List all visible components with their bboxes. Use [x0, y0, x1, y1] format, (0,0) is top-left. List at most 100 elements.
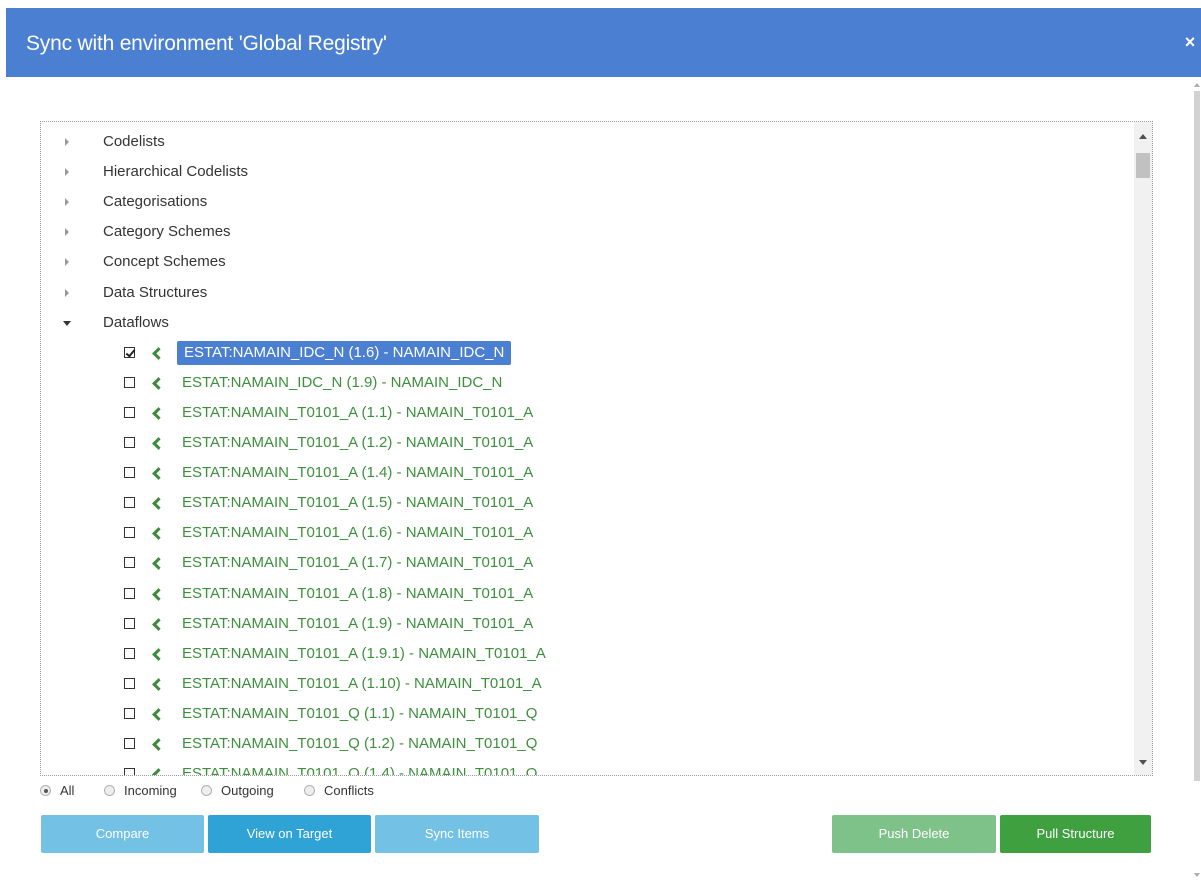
dataflow-item[interactable]: ESTAT:NAMAIN_IDC_N (1.9) - NAMAIN_IDC_N — [41, 368, 1131, 398]
dataflow-item[interactable]: ESTAT:NAMAIN_T0101_A (1.7) - NAMAIN_T010… — [41, 548, 1131, 578]
item-checkbox[interactable] — [124, 617, 135, 629]
filter-option-label: All — [60, 783, 75, 798]
close-icon[interactable]: × — [1179, 31, 1201, 53]
radio-icon[interactable] — [201, 785, 212, 796]
dataflow-item[interactable]: ESTAT:NAMAIN_T0101_A (1.10) - NAMAIN_T01… — [41, 669, 1131, 699]
dataflow-item-label[interactable]: ESTAT:NAMAIN_T0101_Q (1.1) - NAMAIN_T010… — [182, 699, 537, 729]
tree-category-label: Data Structures — [103, 283, 208, 301]
tree-scrollbar[interactable] — [1134, 122, 1152, 775]
dataflow-item[interactable]: ESTAT:NAMAIN_T0101_A (1.6) - NAMAIN_T010… — [41, 518, 1131, 548]
dataflow-item[interactable]: ESTAT:NAMAIN_T0101_A (1.9.1) - NAMAIN_T0… — [41, 639, 1131, 669]
structure-tree: Codelists Hierarchical Codelists Categoris… — [40, 121, 1153, 776]
filter-option-label: Outgoing — [221, 783, 274, 798]
dialog-scrollbar[interactable] — [1193, 77, 1201, 881]
scrollbar-thumb[interactable] — [1136, 153, 1150, 178]
dataflow-item-label[interactable]: ESTAT:NAMAIN_T0101_A (1.10) - NAMAIN_T01… — [182, 669, 542, 699]
tree-category-label: Codelists — [103, 133, 165, 150]
dataflow-item-label[interactable]: ESTAT:NAMAIN_T0101_A (1.5) - NAMAIN_T010… — [182, 488, 533, 518]
filter-option-label: Incoming — [124, 783, 177, 798]
dataflow-item[interactable]: ESTAT:NAMAIN_T0101_A (1.2) - NAMAIN_T010… — [41, 428, 1131, 458]
incoming-arrow-icon — [151, 368, 165, 398]
dataflow-item[interactable]: ESTAT:NAMAIN_T0101_A (1.1) - NAMAIN_T010… — [41, 398, 1131, 428]
radio-icon[interactable] — [304, 785, 315, 796]
dataflow-item-label[interactable]: ESTAT:NAMAIN_T0101_Q (1.2) - NAMAIN_T010… — [182, 729, 537, 759]
dataflow-item[interactable]: ESTAT:NAMAIN_T0101_A (1.5) - NAMAIN_T010… — [41, 488, 1131, 518]
incoming-arrow-icon — [151, 729, 165, 759]
dataflow-item-label[interactable]: ESTAT:NAMAIN_IDC_N (1.9) - NAMAIN_IDC_N — [182, 368, 502, 398]
incoming-arrow-icon — [151, 759, 165, 775]
tree-category-label: Category Schemes — [103, 223, 231, 241]
item-checkbox[interactable] — [124, 406, 135, 418]
item-checkbox[interactable] — [124, 497, 135, 509]
incoming-arrow-icon — [151, 518, 165, 548]
dataflow-item-label[interactable]: ESTAT:NAMAIN_T0101_A (1.9.1) - NAMAIN_T0… — [182, 639, 546, 669]
dataflow-item[interactable]: ESTAT:NAMAIN_T0101_Q (1.2) - NAMAIN_T010… — [41, 729, 1131, 759]
item-checkbox[interactable] — [124, 768, 135, 775]
incoming-arrow-icon — [151, 579, 165, 609]
scrollbar-thumb[interactable] — [1194, 91, 1200, 781]
caret-right-icon[interactable] — [65, 228, 69, 237]
scroll-down-icon[interactable] — [1139, 760, 1147, 765]
dataflow-item-label[interactable]: ESTAT:NAMAIN_T0101_A (1.7) - NAMAIN_T010… — [182, 548, 533, 578]
dialog-header: Sync with environment 'Global Registry' … — [6, 8, 1201, 77]
tree-category-label: Dataflows — [103, 313, 169, 331]
item-checkbox[interactable] — [124, 557, 135, 569]
push-delete-button[interactable]: Push Delete — [832, 815, 996, 853]
dataflow-item-label[interactable]: ESTAT:NAMAIN_T0101_A (1.8) - NAMAIN_T010… — [182, 579, 533, 609]
incoming-arrow-icon — [151, 609, 165, 639]
item-checkbox[interactable] — [124, 677, 135, 689]
dataflow-item[interactable]: ESTAT:NAMAIN_T0101_A (1.8) - NAMAIN_T010… — [41, 579, 1131, 609]
tree-content: Codelists Hierarchical Codelists Categoris… — [41, 122, 1134, 775]
dataflow-item-label[interactable]: ESTAT:NAMAIN_IDC_N (1.6) - NAMAIN_IDC_N — [177, 340, 512, 365]
dataflow-item[interactable]: ESTAT:NAMAIN_T0101_A (1.4) - NAMAIN_T010… — [41, 458, 1131, 488]
caret-right-icon[interactable] — [65, 168, 69, 177]
caret-right-icon[interactable] — [65, 138, 69, 146]
item-checkbox[interactable] — [124, 587, 135, 599]
scroll-down-icon[interactable] — [1194, 873, 1200, 877]
radio-icon[interactable] — [40, 785, 51, 796]
dataflow-item[interactable]: ESTAT:NAMAIN_T0101_A (1.9) - NAMAIN_T010… — [41, 609, 1131, 639]
item-checkbox[interactable] — [124, 376, 135, 388]
dataflow-item-label[interactable]: ESTAT:NAMAIN_T0101_A (1.2) - NAMAIN_T010… — [182, 428, 533, 458]
incoming-arrow-icon — [151, 669, 165, 699]
incoming-arrow-icon — [151, 639, 165, 669]
dataflow-item[interactable]: ESTAT:NAMAIN_IDC_N (1.6) - NAMAIN_IDC_N — [41, 338, 1131, 368]
sync-items-button[interactable]: Sync Items — [375, 815, 539, 853]
incoming-arrow-icon — [151, 458, 165, 488]
tree-category-label: Categorisations — [103, 193, 208, 211]
incoming-arrow-icon — [151, 398, 165, 428]
item-checkbox[interactable] — [124, 346, 135, 358]
filter-option-label: Conflicts — [324, 783, 374, 798]
view-on-target-button[interactable]: View on Target — [208, 815, 371, 853]
pull-structure-button[interactable]: Pull Structure — [1000, 815, 1151, 853]
item-checkbox[interactable] — [124, 437, 135, 448]
dataflow-item-label[interactable]: ESTAT:NAMAIN_T0101_A (1.6) - NAMAIN_T010… — [182, 518, 533, 548]
compare-button[interactable]: Compare — [41, 815, 204, 853]
top-strip — [0, 0, 1201, 8]
incoming-arrow-icon — [151, 548, 165, 578]
incoming-arrow-icon — [151, 338, 165, 368]
dataflow-item-label[interactable]: ESTAT:NAMAIN_T0101_A (1.4) - NAMAIN_T010… — [182, 458, 533, 488]
incoming-arrow-icon — [151, 428, 165, 458]
item-checkbox[interactable] — [124, 527, 135, 539]
item-checkbox[interactable] — [124, 738, 135, 749]
tree-category-label: Concept Schemes — [103, 253, 226, 271]
item-checkbox[interactable] — [124, 467, 135, 479]
scroll-up-icon[interactable] — [1194, 83, 1200, 87]
dataflow-item-label[interactable]: ESTAT:NAMAIN_T0101_A (1.1) - NAMAIN_T010… — [182, 398, 533, 428]
scroll-up-icon[interactable] — [1139, 134, 1147, 139]
incoming-arrow-icon — [151, 488, 165, 518]
dataflow-item-label[interactable]: ESTAT:NAMAIN_T0101_A (1.9) - NAMAIN_T010… — [182, 609, 533, 639]
dataflow-item[interactable]: ESTAT:NAMAIN_T0101_Q (1.4) - NAMAIN_T010… — [41, 759, 1131, 775]
dataflow-item[interactable]: ESTAT:NAMAIN_T0101_Q (1.1) - NAMAIN_T010… — [41, 699, 1131, 729]
caret-right-icon[interactable] — [65, 258, 69, 267]
item-checkbox[interactable] — [124, 647, 135, 659]
incoming-arrow-icon — [151, 699, 165, 729]
radio-icon[interactable] — [104, 785, 115, 796]
dataflow-item-label[interactable]: ESTAT:NAMAIN_T0101_Q (1.4) - NAMAIN_T010… — [182, 759, 537, 775]
item-checkbox[interactable] — [124, 707, 135, 719]
caret-right-icon[interactable] — [65, 288, 69, 297]
caret-right-icon[interactable] — [65, 198, 69, 207]
caret-down-icon[interactable] — [63, 320, 71, 326]
dialog-title: Sync with environment 'Global Registry' — [26, 32, 387, 55]
